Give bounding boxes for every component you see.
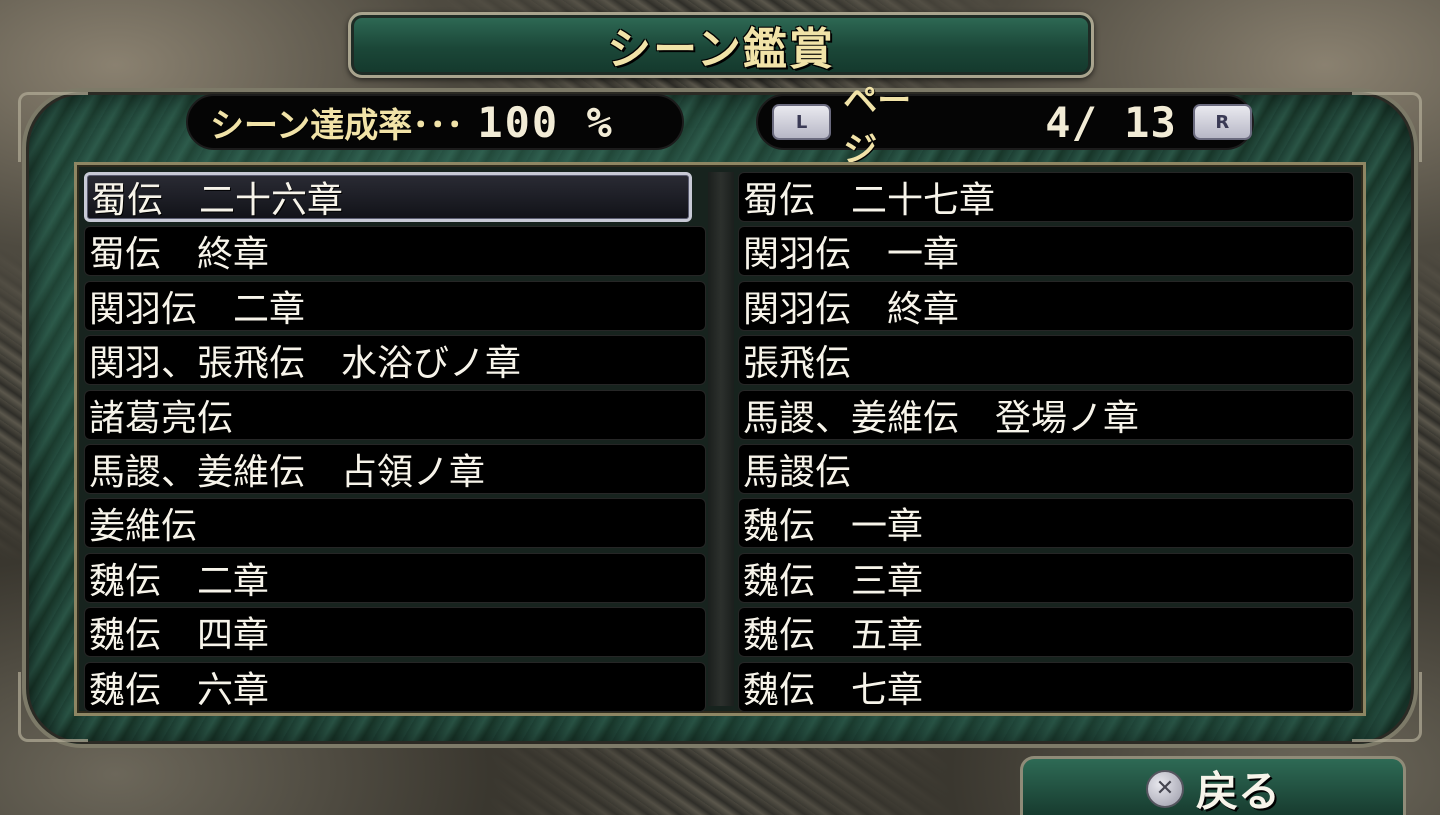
scene-list-left-column: 蜀伝 二十六章 蜀伝 終章 関羽伝 二章 関羽、張飛伝 水浴びノ章 諸葛亮伝 馬… xyxy=(84,172,706,716)
next-page-r-button[interactable]: R xyxy=(1192,104,1252,140)
scene-item[interactable]: 諸葛亮伝 xyxy=(84,389,706,440)
completion-rate-label: シーン達成率･･･ xyxy=(210,105,464,146)
column-divider xyxy=(708,172,734,706)
back-button[interactable]: ✕ 戻る xyxy=(1020,756,1406,815)
scene-item[interactable]: 張飛伝 xyxy=(738,335,1354,386)
scene-item[interactable]: 蜀伝 二十六章 xyxy=(84,172,692,222)
prev-page-l-button[interactable]: L xyxy=(772,104,832,140)
page-title: シーン鑑賞 xyxy=(607,24,835,75)
page-label: ページ xyxy=(843,81,912,170)
title-plaque: シーン鑑賞 xyxy=(348,12,1094,78)
cross-button-icon: ✕ xyxy=(1145,769,1184,808)
completion-rate-display: シーン達成率･･･ 100 % xyxy=(186,94,684,150)
page-number: 4/ 13 xyxy=(1045,97,1177,147)
scene-item[interactable]: 魏伝 三章 xyxy=(738,552,1354,603)
page-indicator: L ページ 4/ 13 R xyxy=(756,81,1254,170)
scene-item[interactable]: 馬謖伝 xyxy=(738,443,1354,494)
scene-item[interactable]: 魏伝 一章 xyxy=(738,498,1354,549)
scene-item[interactable]: 馬謖、姜維伝 登場ノ章 xyxy=(738,389,1354,440)
scene-item[interactable]: 魏伝 二章 xyxy=(84,552,706,603)
scene-item[interactable]: 関羽、張飛伝 水浴びノ章 xyxy=(84,335,706,386)
scene-item[interactable]: 魏伝 五章 xyxy=(738,607,1354,658)
completion-rate-value: 100 % xyxy=(477,97,614,147)
scene-item[interactable]: 関羽伝 終章 xyxy=(738,280,1354,331)
scene-item[interactable]: 関羽伝 一章 xyxy=(738,226,1354,277)
scene-item[interactable]: 姜維伝 xyxy=(84,498,706,549)
scene-item[interactable]: 蜀伝 終章 xyxy=(84,226,706,277)
scene-list-right-column: 蜀伝 二十七章 関羽伝 一章 関羽伝 終章 張飛伝 馬謖、姜維伝 登場ノ章 馬謖… xyxy=(738,172,1354,716)
back-button-label: 戻る xyxy=(1195,767,1280,815)
corner-ornament-top-right xyxy=(1352,92,1422,162)
corner-ornament-top-left xyxy=(18,92,88,162)
scene-item[interactable]: 蜀伝 二十七章 xyxy=(738,172,1354,222)
scene-item[interactable]: 魏伝 六章 xyxy=(84,661,706,712)
scene-item[interactable]: 馬謖、姜維伝 占領ノ章 xyxy=(84,443,706,494)
scene-item[interactable]: 魏伝 七章 xyxy=(738,661,1354,712)
scene-item[interactable]: 魏伝 四章 xyxy=(84,607,706,658)
scene-item[interactable]: 関羽伝 二章 xyxy=(84,280,706,331)
